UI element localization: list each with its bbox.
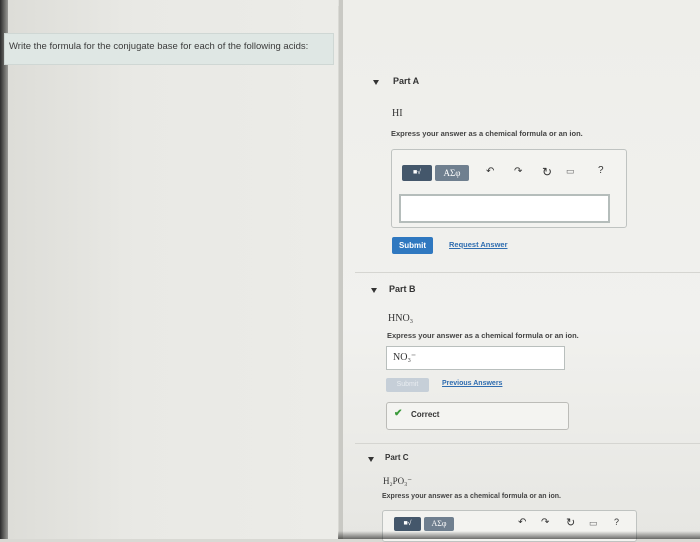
- part-a-answer-input[interactable]: [399, 194, 610, 223]
- redo-icon[interactable]: ↷: [541, 517, 549, 528]
- question-prompt: Write the formula for the conjugate base…: [9, 41, 309, 52]
- submit-button[interactable]: Submit: [392, 237, 433, 254]
- part-b-answer-field[interactable]: NO₃⁻: [386, 346, 565, 370]
- help-icon[interactable]: ?: [598, 165, 604, 176]
- keyboard-icon[interactable]: ▭: [566, 166, 575, 177]
- request-answer-link[interactable]: Request Answer: [449, 240, 508, 249]
- redo-icon[interactable]: ↷: [514, 166, 522, 177]
- part-a-formula: HI: [392, 108, 403, 119]
- templates-button[interactable]: ■√: [402, 165, 432, 181]
- undo-icon[interactable]: ↶: [518, 517, 526, 528]
- part-b-instruction: Express your answer as a chemical formul…: [387, 331, 579, 340]
- collapse-caret-icon[interactable]: [368, 457, 374, 462]
- part-a-title[interactable]: Part A: [393, 76, 419, 86]
- templates-button[interactable]: ■√: [394, 517, 421, 531]
- section-divider: [355, 272, 700, 273]
- part-a-instruction: Express your answer as a chemical formul…: [391, 129, 583, 138]
- section-divider: [355, 443, 700, 444]
- submit-button-disabled[interactable]: Submit: [386, 378, 429, 392]
- part-b-answer: NO₃⁻: [393, 352, 417, 363]
- question-prompt-panel: [0, 0, 338, 539]
- collapse-caret-icon[interactable]: [373, 80, 379, 85]
- part-c-formula: H₂PO₃⁻: [383, 476, 413, 486]
- keyboard-icon[interactable]: ▭: [589, 518, 598, 529]
- help-icon[interactable]: ?: [614, 517, 619, 527]
- part-c-title[interactable]: Part C: [385, 453, 409, 462]
- screen-edge: [0, 0, 8, 539]
- reset-icon[interactable]: ↻: [566, 516, 575, 529]
- greek-symbols-button[interactable]: ΑΣφ: [435, 165, 469, 181]
- bottom-edge-shadow: [338, 531, 700, 539]
- part-b-formula: HNO₃: [388, 313, 414, 324]
- collapse-caret-icon[interactable]: [371, 288, 377, 293]
- greek-symbols-button[interactable]: ΑΣφ: [424, 517, 454, 531]
- reset-icon[interactable]: ↻: [542, 165, 552, 179]
- correct-label: Correct: [411, 410, 440, 419]
- undo-icon[interactable]: ↶: [486, 166, 494, 177]
- part-c-instruction: Express your answer as a chemical formul…: [382, 493, 561, 500]
- previous-answers-link[interactable]: Previous Answers: [442, 380, 502, 387]
- part-b-title[interactable]: Part B: [389, 284, 416, 294]
- checkmark-icon: ✔: [394, 408, 403, 419]
